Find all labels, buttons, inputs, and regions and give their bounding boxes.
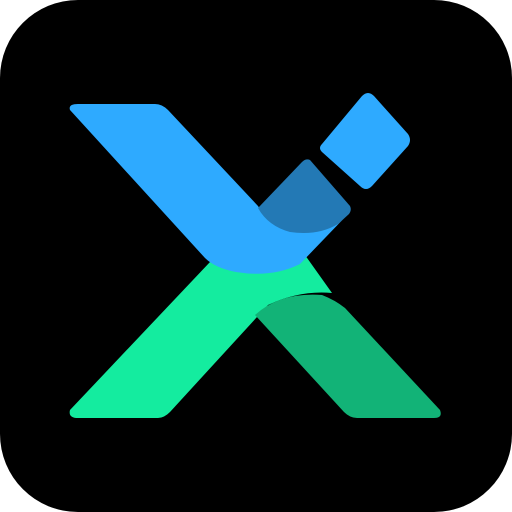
x-logo-icon — [0, 0, 512, 512]
app-icon — [0, 0, 512, 512]
